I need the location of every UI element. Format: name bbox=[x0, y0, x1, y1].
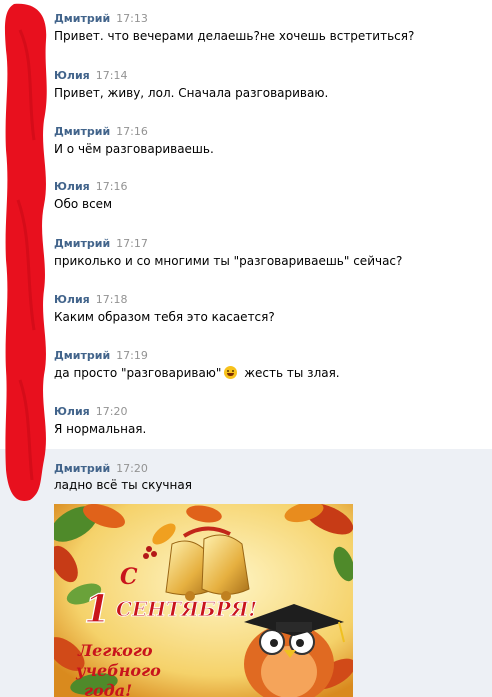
message-time: 17:16 bbox=[95, 180, 128, 193]
message-item[interactable]: Дмитрий 17:17 приколько и со многими ты "… bbox=[0, 235, 492, 285]
grinning-face-emoji-icon bbox=[224, 366, 238, 379]
message-text: Привет, живу, лол. Сначала разговариваю. bbox=[54, 86, 329, 100]
message-text: Каким образом тебя это касается? bbox=[54, 310, 275, 324]
message-meta: Дмитрий 17:16 bbox=[54, 123, 148, 139]
message-meta: Юлия 17:16 bbox=[54, 178, 127, 194]
message-item[interactable]: Юлия 17:16 Обо всем bbox=[0, 178, 492, 228]
message-meta: Юлия 17:20 bbox=[54, 403, 127, 419]
message-item[interactable]: Дмитрий 17:16 И о чём разговариваешь. bbox=[0, 123, 492, 173]
author-name[interactable]: Дмитрий bbox=[54, 237, 110, 250]
message-text: Привет. что вечерами делаешь?не хочешь в… bbox=[54, 29, 415, 43]
message-item[interactable]: Юлия 17:14 Привет, живу, лол. Сначала раз… bbox=[0, 67, 492, 117]
message-time: 17:18 bbox=[95, 293, 128, 306]
message-time: 17:17 bbox=[116, 237, 148, 250]
message-meta: Юлия 17:18 bbox=[54, 291, 127, 307]
message-text: Я нормальная. bbox=[54, 422, 147, 436]
svg-text:С: С bbox=[120, 564, 138, 590]
message-time: 17:20 bbox=[116, 462, 148, 475]
message-text-part: да просто "разговариваю" bbox=[54, 366, 222, 380]
message-text: приколько и со многими ты "разговариваеш… bbox=[54, 254, 403, 268]
message-meta: Юлия 17:14 bbox=[54, 67, 127, 83]
chat-history: Дмитрий 17:13 Привет. что вечерами делаеш… bbox=[0, 0, 492, 697]
message-meta: Дмитрий 17:19 bbox=[54, 347, 148, 363]
author-name[interactable]: Дмитрий bbox=[54, 12, 110, 25]
message-item[interactable]: Дмитрий 17:13 Привет. что вечерами делаеш… bbox=[0, 10, 492, 60]
svg-text:Легкого: Легкого bbox=[77, 641, 153, 660]
message-text-part: жесть ты злая. bbox=[240, 366, 340, 380]
svg-text:1: 1 bbox=[84, 586, 110, 631]
svg-text:СЕНТЯБРЯ!: СЕНТЯБРЯ! bbox=[116, 597, 257, 621]
message-time: 17:16 bbox=[116, 125, 148, 138]
message-time: 17:19 bbox=[116, 349, 148, 362]
author-name[interactable]: Дмитрий bbox=[54, 462, 110, 475]
svg-text:года!: года! bbox=[84, 681, 132, 697]
attached-postcard-image[interactable]: С 1 СЕНТЯБРЯ! Легкого учебного года! bbox=[54, 504, 353, 697]
author-name[interactable]: Дмитрий bbox=[54, 125, 110, 138]
message-meta: Дмитрий 17:17 bbox=[54, 235, 148, 251]
message-time: 17:20 bbox=[95, 405, 128, 418]
message-text: Обо всем bbox=[54, 197, 113, 211]
message-item[interactable]: Юлия 17:20 Я нормальная. bbox=[0, 403, 492, 449]
author-name[interactable]: Юлия bbox=[54, 180, 90, 193]
message-meta: Дмитрий 17:13 bbox=[54, 10, 148, 26]
svg-text:учебного: учебного bbox=[75, 661, 161, 680]
message-text: И о чём разговариваешь. bbox=[54, 142, 214, 156]
message-text: да просто "разговариваю" жесть ты злая. bbox=[54, 365, 340, 381]
author-name[interactable]: Юлия bbox=[54, 69, 90, 82]
message-meta: Дмитрий 17:20 bbox=[54, 460, 148, 476]
author-name[interactable]: Юлия bbox=[54, 405, 90, 418]
message-item[interactable]: Дмитрий 17:19 да просто "разговариваю" же… bbox=[0, 347, 492, 397]
author-name[interactable]: Дмитрий bbox=[54, 349, 110, 362]
message-item[interactable]: Юлия 17:18 Каким образом тебя это касаетс… bbox=[0, 291, 492, 341]
author-name[interactable]: Юлия bbox=[54, 293, 90, 306]
message-text: ладно всё ты скучная bbox=[54, 478, 192, 492]
message-time: 17:14 bbox=[95, 69, 128, 82]
message-time: 17:13 bbox=[116, 12, 148, 25]
